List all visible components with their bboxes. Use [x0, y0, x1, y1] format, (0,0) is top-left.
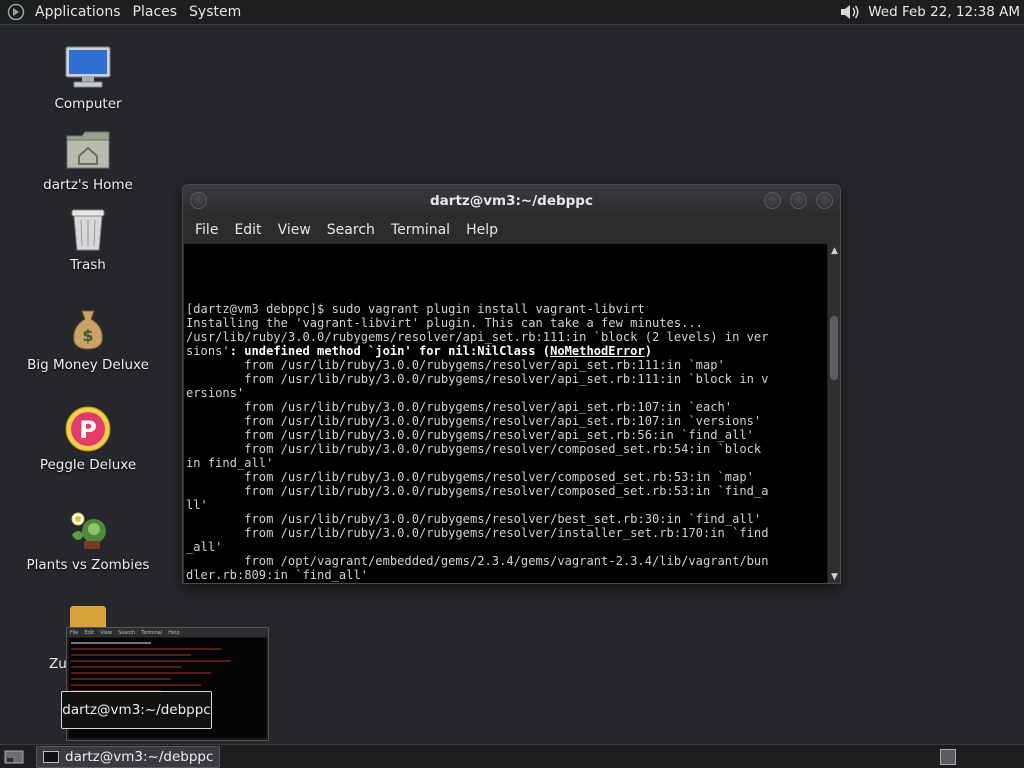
- desktop-icon-label-partial: Zu: [49, 656, 67, 672]
- peggle-icon: P: [64, 405, 112, 453]
- computer-icon: [64, 44, 112, 92]
- home-folder-icon: [64, 125, 112, 173]
- thumb-menu-item: Search: [117, 629, 136, 636]
- maximize-button[interactable]: [790, 192, 807, 209]
- menu-search[interactable]: Search: [319, 222, 383, 238]
- thumb-text-line: [71, 666, 181, 668]
- scroll-up-icon[interactable]: ▲: [828, 244, 840, 257]
- thumb-menu-item: Help: [168, 629, 180, 636]
- scroll-down-icon[interactable]: ▼: [828, 570, 840, 583]
- menu-view[interactable]: View: [270, 222, 319, 238]
- menu-help[interactable]: Help: [458, 222, 506, 238]
- close-button[interactable]: [816, 192, 833, 209]
- top-panel: Applications Places System Wed Feb 22, 1…: [0, 0, 1024, 25]
- scroll-thumb[interactable]: [830, 316, 838, 380]
- svg-text:$: $: [82, 326, 93, 345]
- thumb-text-line: [71, 660, 231, 662]
- desktop-icon-big-money[interactable]: $ Big Money Deluxe: [8, 305, 168, 373]
- trash-icon: [64, 205, 112, 253]
- thumb-menu-item: View: [100, 629, 112, 636]
- desktop-icon-label: Plants vs Zombies: [26, 557, 150, 573]
- thumb-text-line: [71, 648, 221, 650]
- thumbnail-menubar: File Edit View Search Terminal Help: [67, 628, 268, 637]
- desktop-icon-label: dartz's Home: [43, 177, 133, 193]
- menu-applications[interactable]: Applications: [29, 0, 127, 25]
- window-menu-button[interactable]: [190, 192, 207, 209]
- thumb-text-line: [71, 642, 151, 644]
- window-titlebar[interactable]: dartz@vm3:~/debppc: [183, 185, 840, 216]
- terminal-text: [dartz@vm3 debppc]$ sudo vagrant plugin …: [186, 302, 769, 582]
- thumb-menu-item: Edit: [84, 629, 95, 636]
- terminal-icon: [43, 750, 59, 763]
- desktop-icon-trash[interactable]: Trash: [8, 205, 168, 273]
- svg-text:P: P: [79, 416, 97, 444]
- minimize-button[interactable]: [764, 192, 781, 209]
- menu-file[interactable]: File: [187, 222, 226, 238]
- thumb-text-line: [71, 678, 171, 680]
- thumb-text-line: [71, 654, 191, 656]
- desktop-icon-home[interactable]: dartz's Home: [8, 125, 168, 193]
- panel-tray: Wed Feb 22, 12:38 AM: [837, 0, 1024, 25]
- desktop-icon-plants-vs-zombies[interactable]: Plants vs Zombies: [8, 505, 168, 573]
- bottom-panel: dartz@vm3:~/debppc: [0, 744, 1024, 768]
- show-desktop-icon[interactable]: [2, 747, 26, 767]
- terminal-output[interactable]: [dartz@vm3 debppc]$ sudo vagrant plugin …: [184, 244, 827, 583]
- workspace-switcher[interactable]: [940, 748, 956, 765]
- desktop-icon-label: Trash: [70, 257, 106, 273]
- terminal-menubar: File Edit View Search Terminal Help: [183, 216, 840, 244]
- clock[interactable]: Wed Feb 22, 12:38 AM: [868, 4, 1024, 20]
- thumb-menu-item: Terminal: [141, 629, 163, 636]
- desktop-icon-label: Big Money Deluxe: [27, 357, 149, 373]
- taskbar-window-label: dartz@vm3:~/debppc: [65, 748, 214, 765]
- thumb-text-line: [71, 684, 201, 686]
- thumb-menu-item: File: [70, 629, 79, 636]
- volume-icon[interactable]: [837, 2, 863, 22]
- plants-vs-zombies-icon: [64, 505, 112, 553]
- taskbar-window-button[interactable]: dartz@vm3:~/debppc: [36, 745, 221, 768]
- desktop-icon-peggle[interactable]: P Peggle Deluxe: [8, 405, 168, 473]
- thumb-text-line: [71, 672, 211, 674]
- menu-terminal[interactable]: Terminal: [383, 222, 458, 238]
- desktop-icon-label: Computer: [54, 96, 122, 112]
- menu-places[interactable]: Places: [127, 0, 184, 25]
- menu-system[interactable]: System: [183, 0, 247, 25]
- desktop-icon-label: Peggle Deluxe: [39, 457, 137, 473]
- gnome-foot-icon[interactable]: [6, 2, 26, 22]
- money-bag-icon: $: [64, 305, 112, 353]
- terminal-scrollbar[interactable]: ▲ ▼: [827, 244, 840, 583]
- taskbar-tooltip: dartz@vm3:~/debppc: [61, 691, 212, 729]
- terminal-window[interactable]: dartz@vm3:~/debppc File Edit View Search…: [182, 184, 841, 584]
- window-title: dartz@vm3:~/debppc: [430, 192, 593, 209]
- desktop-icon-computer[interactable]: Computer: [8, 44, 168, 112]
- menu-edit[interactable]: Edit: [226, 222, 269, 238]
